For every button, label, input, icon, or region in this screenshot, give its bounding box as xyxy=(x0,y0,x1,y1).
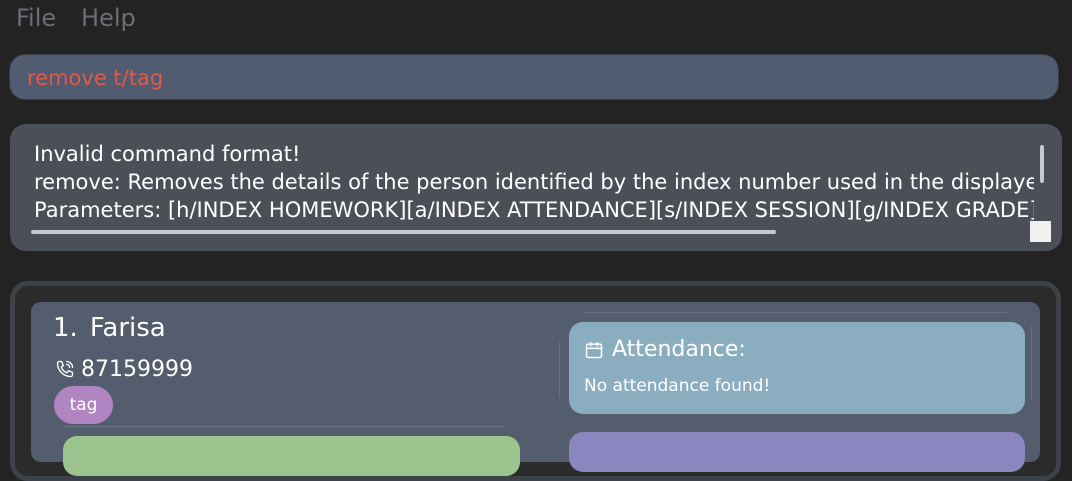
command-input[interactable] xyxy=(27,65,1027,91)
session-card xyxy=(569,432,1025,472)
person-card[interactable]: 1. Farisa 87159999 tag Attendance: No att… xyxy=(31,302,1040,476)
divider xyxy=(1031,326,1032,400)
menu-help[interactable]: Help xyxy=(81,4,136,32)
tag-chip: tag xyxy=(54,386,113,424)
divider xyxy=(584,312,1007,313)
phone-icon xyxy=(56,360,74,378)
person-index: 1. xyxy=(53,313,78,343)
result-display: Invalid command format! remove: Removes … xyxy=(10,124,1062,251)
person-name: Farisa xyxy=(89,313,166,343)
result-text: Invalid command format! remove: Removes … xyxy=(34,140,1034,224)
result-line: Invalid command format! xyxy=(34,142,301,166)
attendance-card: Attendance: No attendance found! xyxy=(569,322,1025,414)
horizontal-scrollbar[interactable] xyxy=(31,230,776,234)
scroll-corner xyxy=(1030,221,1051,242)
homework-card xyxy=(63,436,520,476)
person-name-line: 1. Farisa xyxy=(53,313,166,343)
phone-row: 87159999 xyxy=(55,355,193,383)
attendance-title: Attendance: xyxy=(612,337,746,362)
menu-bar: File Help xyxy=(0,0,1072,40)
attendance-header: Attendance: xyxy=(584,337,746,362)
divider xyxy=(62,426,504,427)
result-line: Parameters: [h/INDEX HOMEWORK][a/INDEX A… xyxy=(34,198,1034,222)
result-line: remove: Removes the details of the perso… xyxy=(34,170,1034,194)
vertical-scrollbar[interactable] xyxy=(1040,145,1044,183)
command-box[interactable] xyxy=(9,54,1059,100)
attendance-body: No attendance found! xyxy=(584,376,771,396)
calendar-icon xyxy=(585,341,603,358)
divider xyxy=(559,342,560,398)
menu-file[interactable]: File xyxy=(16,4,56,32)
phone-number: 87159999 xyxy=(81,356,193,382)
